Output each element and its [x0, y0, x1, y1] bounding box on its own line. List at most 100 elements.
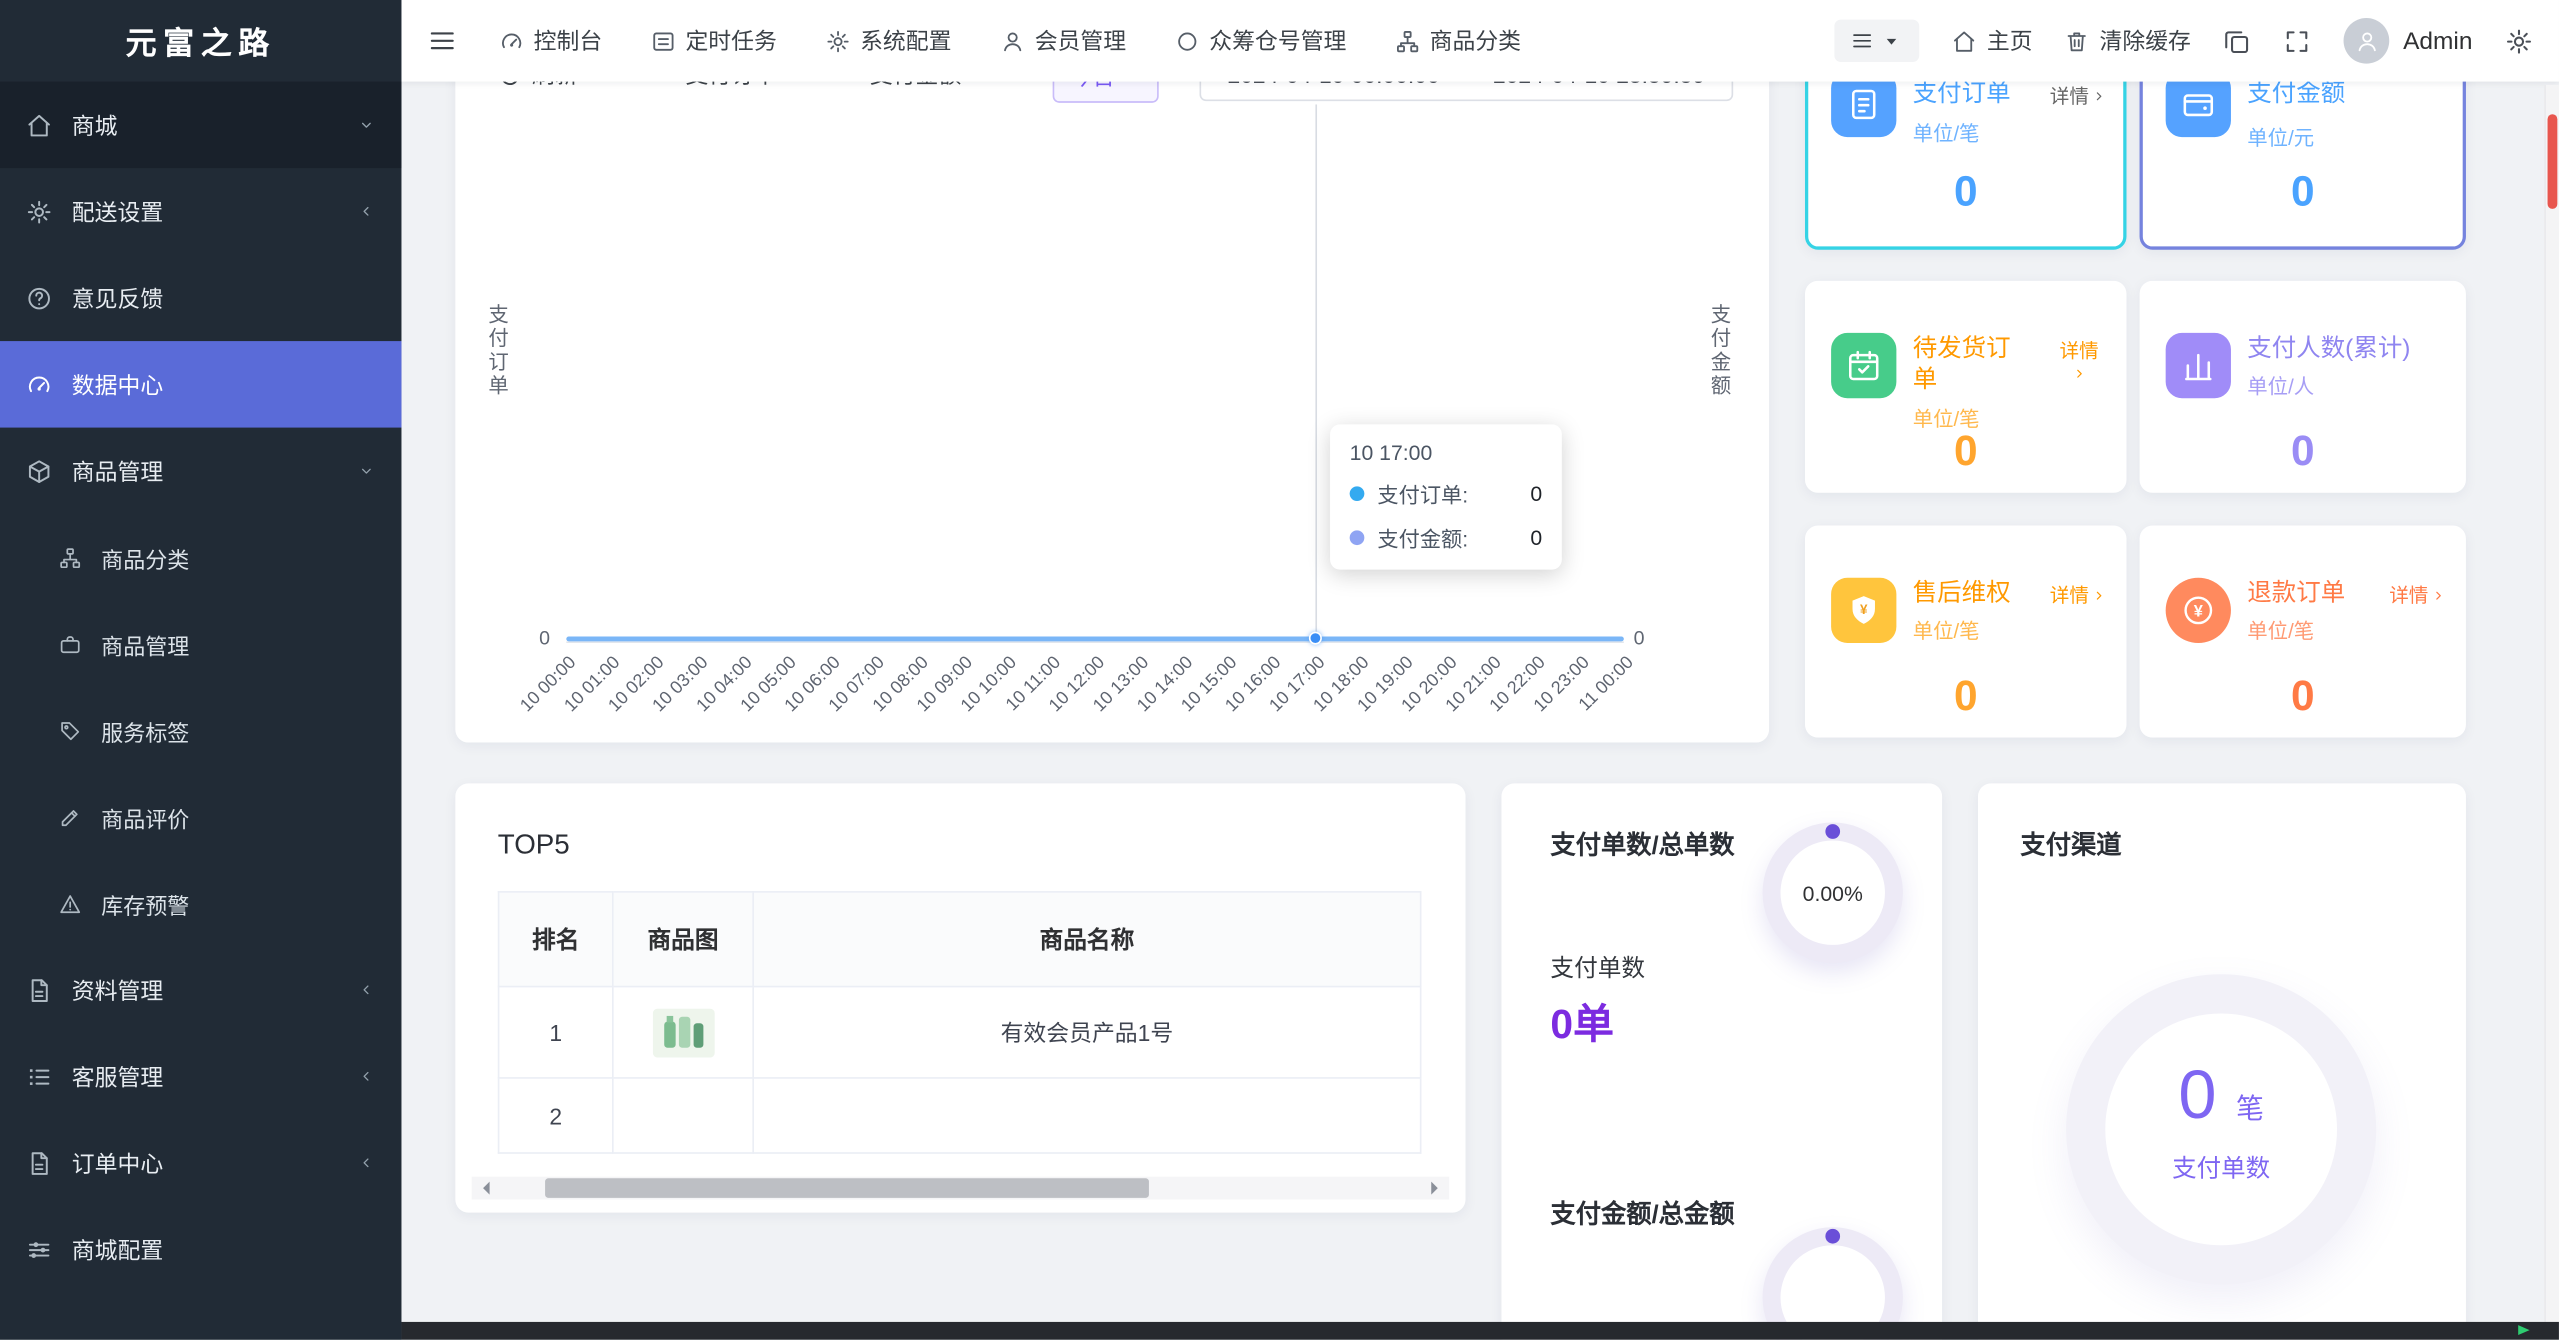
trash-icon — [2065, 29, 2089, 53]
channel-title: 支付渠道 — [2020, 832, 2122, 861]
sidebar-item-mall[interactable]: 商城 — [0, 81, 402, 169]
stat-card-refund-orders[interactable]: 退款订单 详情 单位/笔 0 — [2139, 525, 2466, 738]
x-axis-tick-label: 11 00:00 — [1575, 652, 1638, 716]
sidebar-item-label: 意见反馈 — [71, 284, 164, 311]
x-axis-tick-label: 10 23:00 — [1530, 652, 1594, 717]
hamburger-menu-icon[interactable] — [428, 26, 457, 55]
x-axis-tick-label: 10 07:00 — [825, 652, 889, 717]
clear-cache-button[interactable]: 清除缓存 — [2065, 24, 2191, 57]
x-axis-tick-label: 10 13:00 — [1089, 652, 1153, 717]
stat-card-pending-shipment[interactable]: 待发货订单 详情 单位/笔 0 — [1804, 280, 2127, 493]
sitemap-icon — [1395, 29, 1419, 53]
y-axis-left-zero: 0 — [539, 626, 550, 650]
x-axis-tick-label: 10 03:00 — [649, 652, 713, 717]
sidebar-subitem-stock-warning[interactable]: 库存预警 — [0, 860, 401, 946]
stat-title: 支付人数(累计) — [2247, 334, 2411, 363]
y-axis-left-name: 支付订单 — [484, 303, 508, 399]
x-axis-tick-label: 10 11:00 — [1002, 652, 1065, 716]
tooltip-row: 支付订单: 0 — [1349, 478, 1542, 509]
scroll-left-arrow[interactable] — [477, 1181, 490, 1195]
ratio-title-amount: 支付金额/总金额 — [1550, 1201, 1735, 1229]
nav-item-label: 商品分类 — [1429, 27, 1522, 54]
rank-cell: 2 — [497, 1077, 614, 1154]
chevron-right-icon — [2071, 366, 2087, 382]
detail-link[interactable]: 详情 — [2389, 581, 2446, 609]
avatar — [2344, 17, 2391, 64]
scroll-right-arrow[interactable] — [1431, 1181, 1444, 1195]
x-axis-tick-label: 10 05:00 — [737, 652, 801, 717]
stat-title: 售后维权 — [1912, 579, 2011, 608]
nav-item-member-management[interactable]: 会员管理 — [1000, 24, 1126, 57]
image-cell — [611, 985, 754, 1079]
x-axis-tick-label: 10 21:00 — [1442, 652, 1506, 717]
vertical-scrollbar[interactable] — [2544, 84, 2559, 1322]
horizontal-scrollbar[interactable] — [471, 1176, 1450, 1200]
channel-center: 0 笔 支付单数 — [2172, 1055, 2270, 1184]
quick-menu-dropdown[interactable] — [1835, 19, 1920, 63]
x-axis-tick-label: 10 04:00 — [693, 652, 757, 717]
sidebar-subitem-service-tags[interactable]: 服务标签 — [0, 687, 401, 773]
sidebar-item-product-management[interactable]: 商品管理 — [0, 428, 401, 514]
sidebar-item-delivery-settings[interactable]: 配送设置 — [0, 168, 401, 254]
x-axis-line — [566, 641, 1624, 644]
user-menu[interactable]: Admin — [2344, 17, 2472, 64]
nav-item-scheduled-tasks[interactable]: 定时任务 — [651, 24, 777, 57]
fullscreen-icon[interactable] — [2284, 27, 2312, 55]
file-icon — [26, 1150, 65, 1176]
chevron-right-icon — [2091, 587, 2107, 603]
detail-link[interactable]: 详情 — [2051, 336, 2106, 382]
chevron-down-icon — [357, 116, 375, 134]
sidebar-item-label: 服务标签 — [101, 720, 190, 746]
sidebar-item-label: 库存预警 — [101, 893, 190, 918]
home-icon — [26, 112, 65, 138]
gear-icon — [26, 198, 65, 224]
x-axis-tick-label: 10 09:00 — [913, 652, 977, 717]
series-dot — [1349, 486, 1365, 502]
flat-series-line — [566, 636, 1624, 641]
column-header-rank: 排名 — [497, 891, 614, 988]
stat-title: 待发货订单 — [1912, 334, 2011, 394]
stat-value: 0 — [1953, 425, 1978, 475]
nav-item-system-config[interactable]: 系统配置 — [826, 24, 951, 57]
detail-link[interactable]: 详情 — [2050, 581, 2107, 609]
home-button[interactable]: 主页 — [1953, 24, 2033, 57]
stat-card-paying-users[interactable]: 支付人数(累计) 单位/人 0 — [2139, 280, 2466, 493]
file-icon — [26, 977, 65, 1003]
main-area: 控制台 定时任务 系统配置 会员管理 众筹仓号管理 商品分类 主页 清除缓存 A… — [401, 0, 2559, 1340]
detail-link[interactable]: 详情 — [2050, 82, 2107, 110]
rank-cell: 1 — [497, 985, 614, 1079]
scrollbar-thumb[interactable] — [2547, 114, 2558, 209]
sidebar-subitem-product-reviews[interactable]: 商品评价 — [0, 774, 401, 860]
chevron-right-icon — [2430, 587, 2446, 603]
stat-title: 支付金额 — [2247, 79, 2346, 108]
nav-item-label: 众筹仓号管理 — [1209, 27, 1347, 54]
sidebar-item-data-center[interactable]: 数据中心 — [0, 341, 402, 428]
x-axis-tick-label: 10 12:00 — [1045, 652, 1109, 717]
x-axis-tick-label: 10 15:00 — [1177, 652, 1242, 717]
hovered-data-point — [1308, 631, 1322, 645]
stat-unit: 单位/笔 — [2247, 620, 2315, 644]
bottom-scroll-strip[interactable] — [401, 1321, 2559, 1340]
ratio-label: 支付单数 — [1550, 956, 1646, 983]
stat-card-after-sales[interactable]: 售后维权 详情 单位/笔 0 — [1804, 525, 2127, 738]
stat-unit: 单位/笔 — [1912, 122, 1980, 146]
channel-value: 0 — [2178, 1055, 2217, 1132]
x-axis-tick-label: 10 17:00 — [1265, 652, 1330, 717]
copy-icon[interactable] — [2224, 27, 2252, 55]
sidebar-item-order-center[interactable]: 订单中心 — [0, 1120, 401, 1206]
sidebar-item-customer-service[interactable]: 客服管理 — [0, 1033, 401, 1119]
chevron-left-icon — [357, 1067, 375, 1085]
sidebar-subitem-product-manage[interactable]: 商品管理 — [0, 601, 401, 687]
nav-item-product-category[interactable]: 商品分类 — [1395, 24, 1521, 57]
nav-item-console[interactable]: 控制台 — [499, 24, 602, 57]
sidebar-item-feedback[interactable]: 意见反馈 — [0, 255, 401, 341]
x-axis-tick-label: 10 10:00 — [957, 652, 1021, 717]
nav-item-label: 定时任务 — [685, 27, 777, 54]
stat-value: 0 — [2290, 425, 2315, 475]
settings-gear-icon[interactable] — [2505, 27, 2533, 55]
scrollbar-thumb[interactable] — [545, 1178, 1149, 1198]
nav-item-crowdfunding-management[interactable]: 众筹仓号管理 — [1175, 24, 1346, 57]
sidebar-subitem-product-category[interactable]: 商品分类 — [0, 514, 401, 600]
sidebar-item-data-management[interactable]: 资料管理 — [0, 947, 401, 1033]
sidebar-item-mall-config[interactable]: 商城配置 — [0, 1206, 401, 1292]
